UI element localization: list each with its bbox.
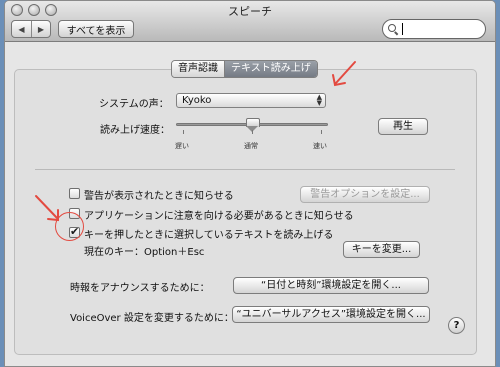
search-icon — [388, 24, 398, 34]
universal-access-prefs-button[interactable]: “ユニバーサルアクセス”環境設定を開く... — [232, 306, 430, 323]
slider-tick — [321, 130, 322, 134]
voice-label: システムの声： — [99, 99, 169, 110]
rate-min-label: 遅い — [175, 142, 189, 150]
annotation-circle — [55, 212, 84, 241]
help-button[interactable]: ? — [448, 317, 465, 334]
show-all-button[interactable]: すべてを表示 — [58, 20, 134, 38]
window-toolbar: スピーチ ◀ ▶ すべてを表示 — [5, 1, 495, 42]
rate-label: 読み上げ速度： — [100, 125, 170, 136]
clock-label: 時報をアナウンスするために： — [70, 283, 210, 294]
current-key-label: 現在のキー：Option＋Esc — [84, 247, 205, 258]
voice-popup[interactable]: Kyoko ▲ ▼ — [176, 93, 326, 108]
rate-max-label: 速い — [313, 142, 327, 150]
slider-tick — [252, 130, 253, 134]
rate-mid-label: 通常 — [244, 142, 258, 150]
voice-value: Kyoko — [182, 95, 212, 106]
slider-tick — [183, 130, 184, 134]
play-button[interactable]: 再生 — [378, 118, 428, 135]
change-key-button[interactable]: キーを変更... — [343, 241, 420, 258]
nav-buttons: ◀ ▶ — [11, 20, 51, 38]
voiceover-label: VoiceOver 設定を変更するために： — [70, 313, 234, 324]
alert-checkbox[interactable] — [69, 188, 80, 199]
back-arrow-icon[interactable]: ◀ — [12, 21, 31, 37]
forward-arrow-icon[interactable]: ▶ — [30, 21, 50, 37]
search-field[interactable] — [382, 19, 486, 39]
tab-bar: 音声認識 テキスト読み上げ — [171, 60, 318, 78]
date-time-prefs-button[interactable]: “日付と時刻”環境設定を開く... — [233, 277, 429, 294]
alert-options-button[interactable]: 警告オプションを設定... — [300, 186, 430, 203]
divider — [35, 169, 455, 170]
tab-speech-recognition[interactable]: 音声認識 — [172, 61, 224, 77]
tab-text-to-speech[interactable]: テキスト読み上げ — [224, 61, 317, 77]
popup-chevron-icon: ▲ ▼ — [316, 93, 322, 107]
window-title: スピーチ — [228, 5, 272, 18]
speak-selection-label: キーを押したときに選択しているテキストを読み上げる — [84, 230, 334, 241]
alert-label: 警告が表示されたときに知らせる — [84, 191, 234, 202]
search-input[interactable] — [402, 23, 482, 35]
app-attention-label: アプリケーションに注意を向ける必要があるときに知らせる — [84, 211, 354, 222]
